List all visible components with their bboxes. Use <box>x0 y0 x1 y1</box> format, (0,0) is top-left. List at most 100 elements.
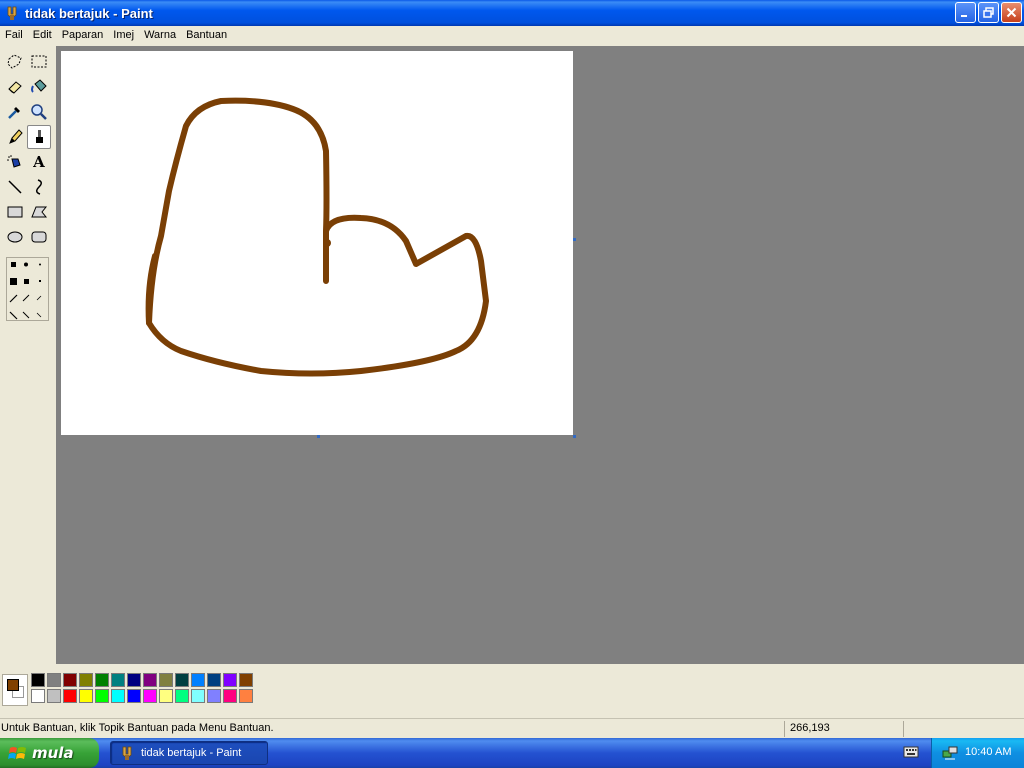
tool-ellipse[interactable] <box>3 225 27 249</box>
tool-rect-select[interactable] <box>27 50 51 74</box>
palette-swatch[interactable] <box>31 673 45 687</box>
line-icon <box>8 180 22 194</box>
palette-swatch[interactable] <box>175 673 189 687</box>
menu-file[interactable]: Fail <box>0 26 28 44</box>
palette-swatch[interactable] <box>63 689 77 703</box>
menu-help[interactable]: Bantuan <box>181 26 232 44</box>
start-button[interactable]: mula <box>0 738 99 768</box>
brush-shapes-icon <box>9 262 42 320</box>
tool-airbrush[interactable] <box>3 150 27 174</box>
network-icon[interactable] <box>942 745 958 761</box>
palette-swatch[interactable] <box>111 673 125 687</box>
tool-free-form-select[interactable] <box>3 50 27 74</box>
menu-view[interactable]: Paparan <box>57 26 109 44</box>
eyedropper-icon <box>8 107 20 119</box>
restore-icon <box>983 7 994 18</box>
tool-fill[interactable] <box>27 75 51 99</box>
palette-swatch[interactable] <box>239 689 253 703</box>
tool-pencil[interactable] <box>3 125 27 149</box>
menu-image[interactable]: Imej <box>108 26 139 44</box>
tool-eraser[interactable] <box>3 75 27 99</box>
restore-button[interactable] <box>978 2 999 23</box>
palette-swatch[interactable] <box>127 673 141 687</box>
airbrush-icon <box>7 155 21 168</box>
current-colors[interactable] <box>2 674 28 706</box>
foreground-color-swatch[interactable] <box>7 679 19 691</box>
close-button[interactable] <box>1001 2 1022 23</box>
canvas-resize-handle-right[interactable] <box>573 238 576 241</box>
status-separator <box>903 721 904 737</box>
palette-swatch[interactable] <box>111 689 125 703</box>
tool-rounded-rectangle[interactable] <box>27 225 51 249</box>
polygon-icon <box>31 206 48 218</box>
palette-swatch[interactable] <box>95 673 109 687</box>
minimize-button[interactable] <box>955 2 976 23</box>
tool-rectangle[interactable] <box>3 200 27 224</box>
title-bar[interactable]: tidak bertajuk - Paint <box>0 0 1024 26</box>
brush-icon <box>36 130 43 143</box>
palette-swatch[interactable] <box>223 689 237 703</box>
rectangle-icon <box>7 206 23 218</box>
window-title: tidak bertajuk - Paint <box>25 5 153 21</box>
palette-swatch[interactable] <box>63 673 77 687</box>
tool-text[interactable]: A <box>27 150 51 174</box>
magnifier-icon <box>31 104 47 120</box>
taskbar-clock[interactable]: 10:40 AM <box>965 746 1011 758</box>
palette-swatch[interactable] <box>207 673 221 687</box>
palette-swatch[interactable] <box>159 689 173 703</box>
palette-swatch[interactable] <box>79 673 93 687</box>
status-bar: Untuk Bantuan, klik Topik Bantuan pada M… <box>0 718 1024 738</box>
windows-logo-icon <box>8 747 26 759</box>
tool-line[interactable] <box>3 175 27 199</box>
taskbar: mula tidak bertajuk - Paint 10:40 AM <box>0 738 1024 768</box>
start-label: mula <box>32 744 74 762</box>
palette-swatch[interactable] <box>127 689 141 703</box>
palette-swatch[interactable] <box>79 689 93 703</box>
text-icon: A <box>33 153 45 171</box>
fill-bucket-icon <box>31 79 47 93</box>
palette-swatch[interactable] <box>223 673 237 687</box>
palette-swatch[interactable] <box>143 689 157 703</box>
minimize-icon <box>961 15 967 17</box>
free-select-icon <box>7 54 22 69</box>
curve-icon <box>36 179 42 195</box>
toolbox: A <box>0 46 56 664</box>
status-separator <box>784 721 785 737</box>
taskbar-button-paint[interactable]: tidak bertajuk - Paint <box>110 741 268 765</box>
tool-brush[interactable] <box>27 125 51 149</box>
palette-swatch[interactable] <box>191 689 205 703</box>
menu-edit[interactable]: Edit <box>28 26 57 44</box>
canvas-resize-handle-corner[interactable] <box>573 435 576 438</box>
menu-colors[interactable]: Warna <box>139 26 181 44</box>
system-tray: 10:40 AM <box>931 738 1024 768</box>
canvas-resize-handle-bottom[interactable] <box>317 435 320 438</box>
brush-shape-options[interactable] <box>6 257 49 321</box>
palette-swatch[interactable] <box>47 689 61 703</box>
tool-magnifier[interactable] <box>27 100 51 124</box>
palette-swatch[interactable] <box>207 689 221 703</box>
palette-swatch[interactable] <box>175 689 189 703</box>
palette-swatch[interactable] <box>191 673 205 687</box>
paint-app-icon <box>122 746 132 760</box>
tool-curve[interactable] <box>27 175 51 199</box>
color-palette <box>0 664 1024 714</box>
rect-select-icon <box>31 55 47 68</box>
palette-swatch[interactable] <box>95 689 109 703</box>
drawing-stroke <box>145 97 489 377</box>
pencil-icon <box>9 129 23 144</box>
palette-swatch[interactable] <box>47 673 61 687</box>
palette-swatch[interactable] <box>159 673 173 687</box>
keyboard-icon[interactable] <box>903 745 919 759</box>
status-help-text: Untuk Bantuan, klik Topik Bantuan pada M… <box>1 722 274 734</box>
palette-swatch[interactable] <box>143 673 157 687</box>
palette-swatch[interactable] <box>239 673 253 687</box>
drawing-canvas[interactable] <box>61 51 573 435</box>
tool-pick-color[interactable] <box>3 100 27 124</box>
tool-polygon[interactable] <box>27 200 51 224</box>
rounded-rect-icon <box>31 231 47 243</box>
eraser-icon <box>8 81 22 94</box>
close-icon <box>1006 7 1017 18</box>
ellipse-icon <box>7 231 23 243</box>
palette-swatch[interactable] <box>31 689 45 703</box>
status-coordinates: 266,193 <box>790 722 830 734</box>
